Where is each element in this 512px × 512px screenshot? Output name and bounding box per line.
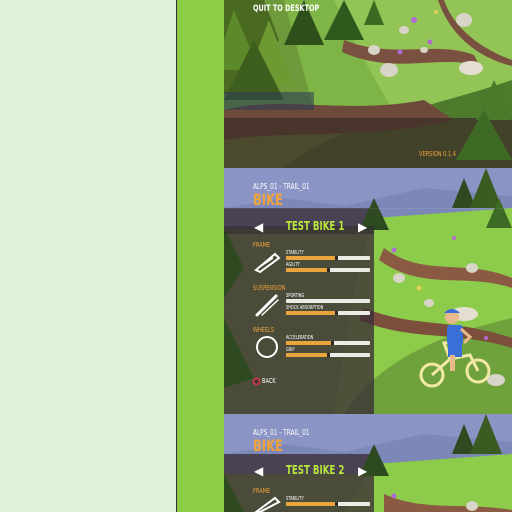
section-title: BIKE (253, 190, 283, 209)
next-bike-button[interactable]: ▶ (358, 221, 367, 233)
stat-bar-agility (286, 268, 370, 272)
quit-to-desktop-button[interactable]: QUIT TO DESKTOP (253, 4, 319, 14)
stat-fill (286, 502, 337, 506)
stat-fill (286, 256, 337, 260)
stat-bar-sporting (286, 299, 370, 303)
wheel-icon (256, 336, 278, 358)
stat-fill (286, 268, 328, 272)
back-icon (252, 377, 261, 386)
triangle-left-icon: ◀ (254, 220, 264, 234)
component-label-frame: FRAME (253, 241, 271, 249)
bike-name: TEST BIKE 2 (286, 463, 345, 477)
frame-icon (254, 252, 281, 274)
component-label-frame: FRAME (253, 487, 271, 495)
triangle-right-icon: ▶ (358, 220, 368, 234)
component-label-wheels: WHEELS (253, 326, 275, 334)
fork-icon (255, 294, 279, 317)
next-bike-button[interactable]: ▶ (358, 465, 367, 477)
version-label: VERSION 0.1.4 (419, 150, 456, 158)
stat-marker (327, 268, 330, 272)
component-label-suspension: SUSPENSION (253, 284, 286, 292)
triangle-right-icon: ▶ (358, 464, 368, 478)
stat-marker (327, 353, 330, 357)
stat-marker (335, 256, 339, 260)
stat-bar-shock-absorption (286, 311, 370, 315)
frame-icon (254, 496, 281, 512)
empty-left-pane (0, 0, 176, 512)
forest-scenery (224, 0, 512, 168)
bike-select-screenshot-1: ALPS_01 - TRAIL_01 BIKE ◀ TEST BIKE 1 ▶ … (224, 168, 512, 414)
green-sidebar-strip (177, 0, 224, 512)
stat-fill (286, 311, 337, 315)
section-title: BIKE (253, 436, 283, 455)
prev-bike-button[interactable]: ◀ (254, 221, 263, 233)
stat-marker (331, 341, 335, 345)
stat-bar-stability (286, 256, 370, 260)
back-label: BACK (262, 377, 276, 385)
bike-select-screenshot-2: ALPS_01 - TRAIL_01 BIKE ◀ TEST BIKE 2 ▶ … (224, 414, 512, 512)
stat-marker (335, 311, 339, 315)
stat-bar-grip (286, 353, 370, 357)
stat-fill (286, 353, 328, 357)
stat-bar-stability (286, 502, 370, 506)
main-menu-screenshot: QUIT TO DESKTOP VERSION 0.1.4 (224, 0, 512, 168)
prev-bike-button[interactable]: ◀ (254, 465, 263, 477)
rider-on-bike-illustration (419, 309, 491, 388)
stat-bar-acceleration (286, 341, 370, 345)
triangle-left-icon: ◀ (254, 464, 264, 478)
stat-fill (286, 341, 333, 345)
stat-marker (335, 502, 339, 506)
bike-name: TEST BIKE 1 (286, 219, 345, 233)
